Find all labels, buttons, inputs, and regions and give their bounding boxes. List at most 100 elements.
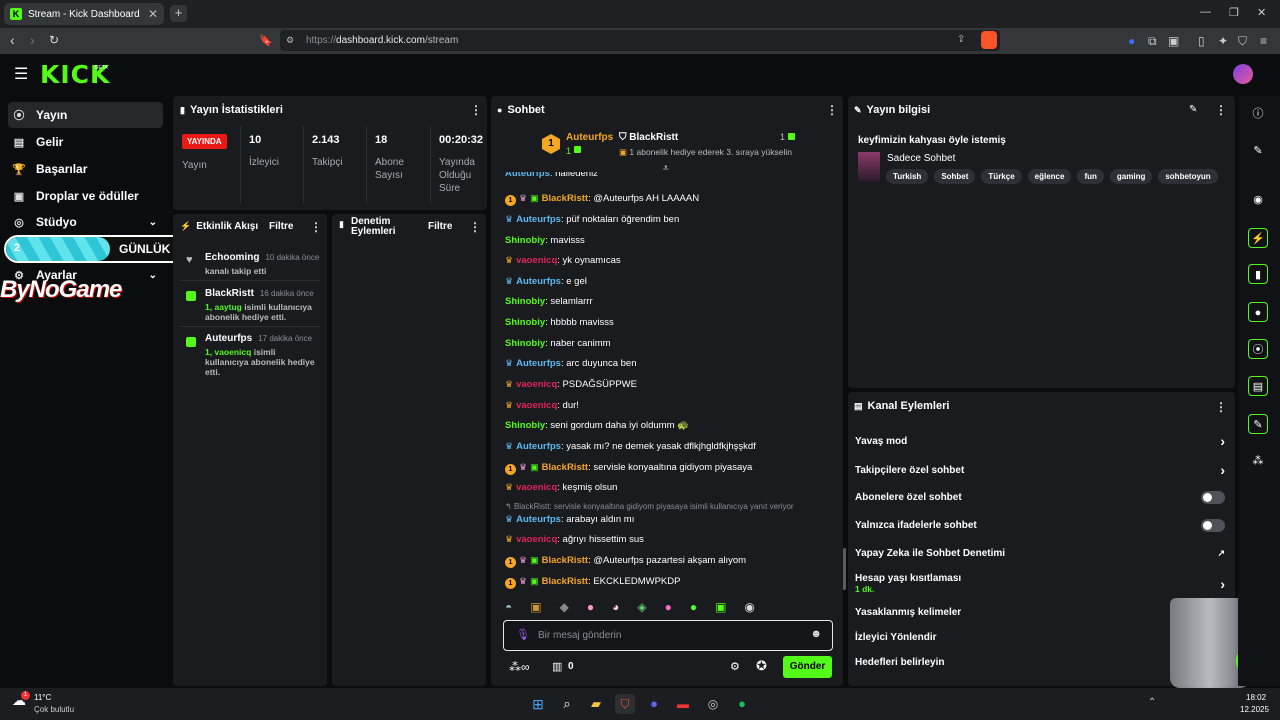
chat-username[interactable]: Auteurfps — [516, 358, 561, 369]
bot-icon[interactable]: ✪ — [756, 658, 767, 674]
channel-points-icon[interactable]: ⁂∞ — [509, 660, 530, 674]
add-widget-icon[interactable]: ⁂ — [1248, 451, 1268, 471]
stats-icon[interactable]: ▮ — [1248, 264, 1268, 284]
back-icon[interactable]: ‹ — [10, 32, 15, 48]
menu-icon[interactable]: ≡ — [1260, 34, 1267, 48]
slow-mode-row[interactable]: Yavaş mod › — [855, 433, 1225, 449]
weather-temp[interactable]: 11°C — [34, 693, 51, 702]
chat-more-icon[interactable]: ⋮ — [826, 103, 838, 117]
chat-username[interactable]: vaoenicq — [516, 482, 557, 493]
close-tab-icon[interactable]: ✕ — [148, 7, 158, 21]
camera-icon[interactable]: ◉ — [1248, 190, 1268, 210]
emote-icon[interactable]: ◆ — [560, 600, 569, 614]
info-more-icon[interactable]: ⋮ — [1215, 103, 1227, 117]
chat-username[interactable]: BlackRistt — [542, 193, 588, 204]
browser-tab[interactable]: K Stream - Kick Dashboard ✕ — [4, 3, 164, 25]
forward-icon[interactable]: › — [30, 32, 35, 48]
emotes-only-toggle[interactable] — [1201, 519, 1225, 532]
chat-bubble-icon[interactable]: ● — [1248, 302, 1268, 322]
bolt-icon[interactable]: ⚡ — [1248, 228, 1268, 248]
site-info-icon[interactable]: ⚙ — [286, 35, 294, 46]
chat-username[interactable]: vaoenicq — [516, 400, 557, 411]
chat-username[interactable]: Auteurfps — [516, 214, 561, 225]
chat-username[interactable]: Auteurfps — [516, 441, 561, 452]
wallet-icon[interactable]: ▣ — [1168, 34, 1179, 48]
sidebar-toggle-icon[interactable]: ▯ — [1198, 34, 1205, 48]
ai-icon[interactable]: ✦ — [1218, 34, 1228, 48]
bookmark-icon[interactable]: 🔖 — [259, 34, 273, 47]
new-tab-button[interactable]: + — [170, 5, 187, 22]
chat-username[interactable]: Shinobiy — [505, 317, 545, 328]
wrench-icon[interactable]: ✎ — [1248, 414, 1268, 434]
leader2[interactable]: ⛉ BlackRistt — [619, 132, 678, 143]
chat-username[interactable]: vaoenicq — [516, 534, 557, 545]
chat-username[interactable]: Shinobiy — [505, 296, 545, 307]
emote-icon[interactable]: ● — [587, 600, 594, 614]
reload-icon[interactable]: ↻ — [49, 33, 59, 47]
discord-icon[interactable]: ● — [644, 694, 664, 714]
share-icon[interactable]: ⇪ — [957, 34, 965, 45]
emote-icon[interactable]: ▣ — [715, 600, 726, 614]
emote-icon[interactable]: ▣ — [530, 600, 541, 614]
vpn-icon[interactable]: ⛉ — [1238, 34, 1247, 49]
send-button[interactable]: Gönder — [783, 656, 832, 678]
clock-time[interactable]: 18:02 — [1246, 693, 1266, 702]
extensions-icon[interactable]: ⧉ — [1148, 34, 1157, 49]
ai-moderation-row[interactable]: Yapay Zeka ile Sohbet Denetimi ↗ — [855, 548, 1225, 559]
sidebar-item-basarilar[interactable]: 🏆 Başarılar — [8, 156, 163, 182]
brave-shield-icon[interactable] — [981, 31, 997, 49]
chat-username[interactable]: Auteurfps — [516, 276, 561, 287]
leader1-name[interactable]: Auteurfps — [566, 132, 613, 143]
channel-more-icon[interactable]: ⋮ — [1215, 400, 1227, 414]
chat-scrollbar[interactable] — [843, 548, 846, 590]
channel-actions-icon[interactable]: ▤ — [1248, 376, 1268, 396]
minimize-icon[interactable]: — — [1200, 6, 1211, 18]
search-icon[interactable]: ⌕ — [557, 694, 577, 714]
followers-only-row[interactable]: Takipçilere özel sohbet › — [855, 462, 1225, 478]
sidebar-item-droplar[interactable]: ▣ Droplar ve ödüller — [8, 183, 163, 209]
chat-username[interactable]: BlackRistt — [542, 555, 588, 566]
sidebar-item-gelir[interactable]: ▤ Gelir — [8, 129, 163, 155]
info-icon[interactable]: ⓘ — [1248, 104, 1268, 124]
gift-box-icon[interactable]: ▥ — [552, 660, 562, 673]
mod-filter-button[interactable]: Filtre — [428, 221, 452, 232]
stats-more-icon[interactable]: ⋮ — [470, 103, 482, 117]
tray-chevron-icon[interactable]: ⌃ — [1148, 697, 1156, 708]
emote-icon[interactable]: ◉ — [744, 600, 754, 614]
microphone-icon[interactable]: 🎙 — [516, 628, 530, 641]
edit-icon[interactable]: ✎ — [1189, 104, 1197, 115]
chat-username[interactable]: vaoenicq — [516, 255, 557, 266]
hamburger-menu-icon[interactable]: ☰ — [14, 64, 28, 84]
emote-icon[interactable]: ◓ — [505, 600, 512, 614]
obs-icon[interactable]: ◎ — [703, 694, 723, 714]
emote-icon[interactable]: ● — [690, 600, 697, 614]
account-age-row[interactable]: Hesap yaşı kısıtlaması 1 dk. › — [855, 573, 1225, 595]
chat-username[interactable]: Shinobiy — [505, 235, 545, 246]
file-explorer-icon[interactable]: ▰ — [586, 694, 606, 714]
app-icon[interactable]: ▬ — [673, 694, 693, 714]
subs-only-toggle[interactable] — [1201, 491, 1225, 504]
chat-username[interactable]: vaoenicq — [516, 379, 557, 390]
emote-icon[interactable]: ● — [665, 600, 672, 614]
collapse-leaderboard-icon[interactable]: ⩡ — [663, 163, 669, 174]
chat-input[interactable]: 🎙 Bir mesaj gönderin ☻ — [503, 620, 833, 651]
maximize-icon[interactable]: ❐ — [1229, 6, 1239, 19]
address-bar[interactable]: https://dashboard.kick.com/stream — [280, 30, 1000, 51]
close-window-icon[interactable]: ✕ — [1257, 6, 1266, 19]
sidebar-item-yayin[interactable]: ⦿ Yayın — [8, 102, 163, 128]
pencil-icon[interactable]: ✎ — [1248, 141, 1268, 161]
chat-username[interactable]: BlackRistt — [542, 576, 588, 587]
emoji-icon[interactable]: ☻ — [810, 628, 822, 640]
chat-username[interactable]: Shinobiy — [505, 338, 545, 349]
profile-icon[interactable]: ● — [1128, 34, 1135, 48]
sidebar-item-studyo[interactable]: ◎ Stüdyo ⌄ — [8, 209, 163, 235]
spotify-icon[interactable]: ● — [732, 694, 752, 714]
chat-username[interactable]: BlackRistt — [542, 462, 588, 473]
category-name[interactable]: Sadece Sohbet — [887, 153, 955, 164]
mod-more-icon[interactable]: ⋮ — [469, 220, 481, 234]
chat-settings-icon[interactable]: ⚙ — [730, 660, 740, 673]
user-avatar[interactable] — [1233, 64, 1253, 84]
emote-icon[interactable]: ◈ — [637, 600, 646, 614]
windows-start-icon[interactable]: ⊞ — [528, 694, 548, 714]
chat-username[interactable]: Shinobiy — [505, 420, 545, 431]
